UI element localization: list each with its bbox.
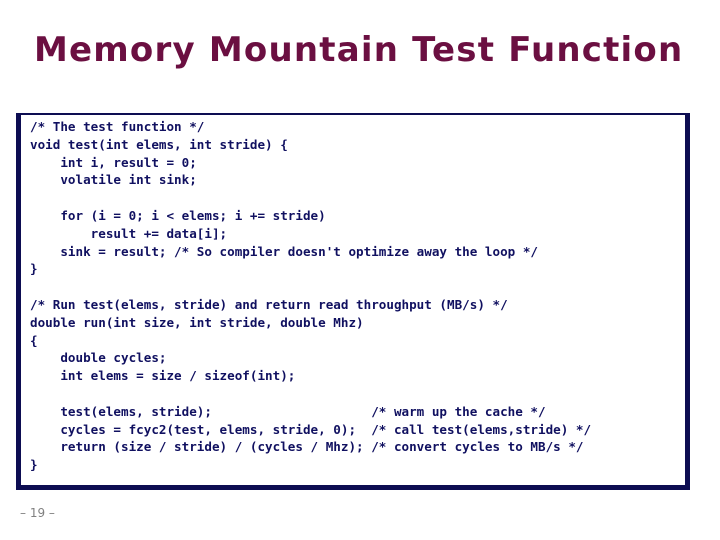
presentation-slide: Memory Mountain Test Function /* The tes…	[0, 0, 720, 540]
code-block-container: /* The test function */ void test(int el…	[16, 113, 690, 490]
page-title: Memory Mountain Test Function	[34, 30, 684, 70]
slide-page-number: – 19 –	[20, 506, 55, 520]
code-listing: /* The test function */ void test(int el…	[30, 119, 592, 473]
